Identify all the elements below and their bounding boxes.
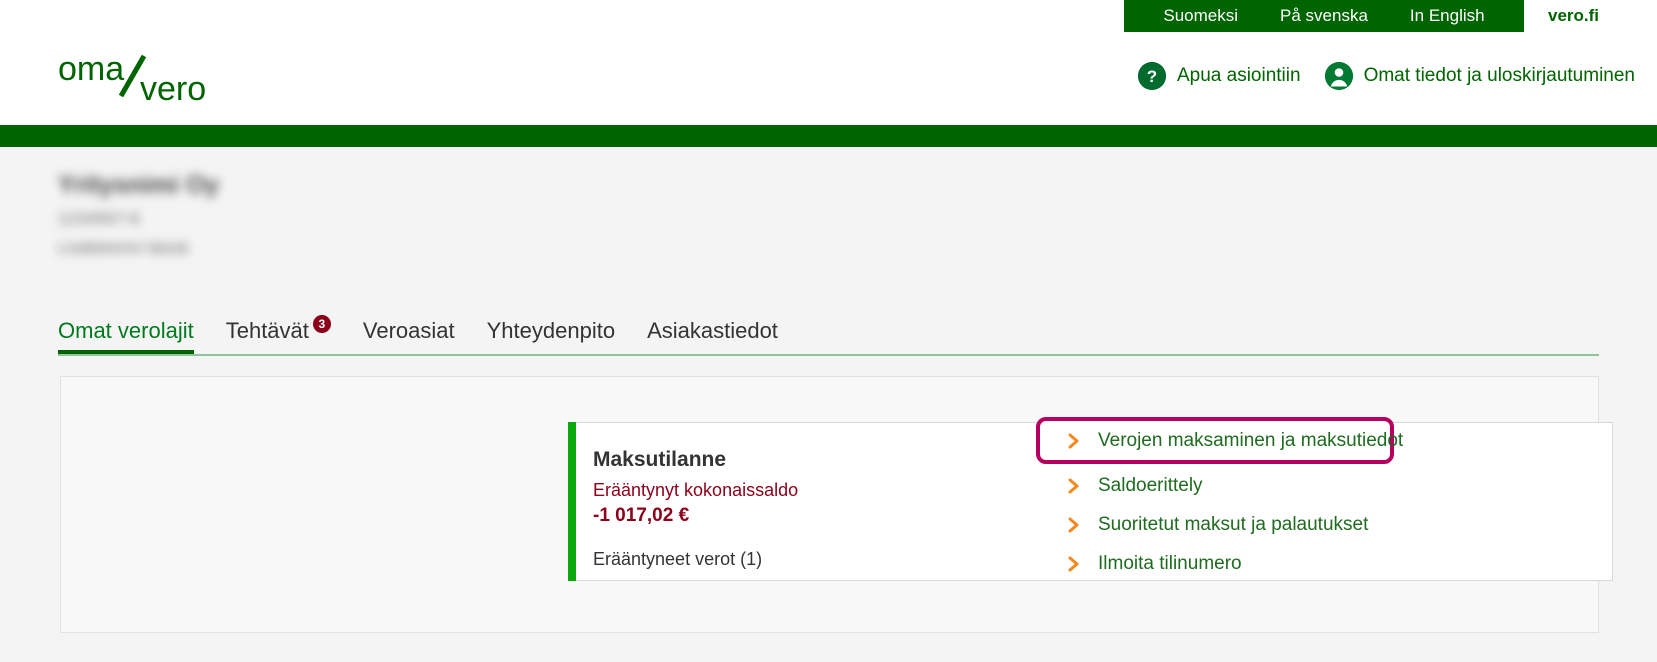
tab-label: Veroasiat [362, 318, 455, 343]
help-link-label: Apua asiointiin [1176, 65, 1301, 86]
panel-accent-bar [568, 422, 576, 581]
tab-omat-verolajit[interactable]: Omat verolajit [58, 318, 210, 354]
chevron-right-icon [1066, 433, 1082, 449]
chevron-right-icon [1066, 517, 1082, 533]
chevron-right-icon [1066, 556, 1082, 572]
customer-info-block: Yritysnimi Oy 1234567-8 Lisätietorivi tä… [58, 170, 318, 260]
svg-text:oma: oma [58, 50, 124, 88]
customer-name-redacted: Yritysnimi Oy [58, 171, 220, 199]
link-label: Saldoerittely [1098, 474, 1203, 496]
top-utility-bar: Suomeksi På svenska In English vero.fi [0, 0, 1657, 32]
site-header: oma vero ? Apua asiointiin Omat tiedot j… [0, 32, 1657, 125]
link-suoritetut-maksut-ja-palautukset[interactable]: Suoritetut maksut ja palautukset [1040, 505, 1510, 544]
payment-status-summary: Maksutilanne Erääntynyt kokonaissaldo -1… [593, 447, 1013, 572]
tab-label: Omat verolajit [58, 318, 194, 343]
link-label: Ilmoita tilinumero [1098, 552, 1242, 574]
tab-badge-count: 3 [312, 315, 331, 333]
link-label: Verojen maksaminen ja maksutiedot [1098, 429, 1404, 451]
link-verojen-maksaminen-ja-maksutiedot[interactable]: Verojen maksaminen ja maksutiedot [1036, 417, 1403, 464]
person-circle-icon [1324, 62, 1353, 90]
payment-status-title: Maksutilanne [593, 448, 727, 471]
link-label: Suoritetut maksut ja palautukset [1098, 513, 1369, 535]
svg-text:vero: vero [140, 70, 206, 108]
language-switcher: Suomeksi På svenska In English [1124, 0, 1524, 32]
customer-extra-redacted: Lisätietorivi tässä [58, 238, 189, 257]
question-mark-circle-icon: ? [1137, 62, 1166, 90]
tab-yhteydenpito[interactable]: Yhteydenpito [471, 318, 631, 354]
customer-id-redacted: 1234567-8 [58, 209, 140, 228]
lang-link-pa-svenska[interactable]: På svenska [1280, 0, 1368, 32]
green-divider-band [0, 125, 1657, 147]
lang-link-in-english[interactable]: In English [1410, 0, 1485, 32]
link-ilmoita-tilinumero[interactable]: Ilmoita tilinumero [1040, 544, 1510, 583]
svg-text:?: ? [1147, 67, 1157, 86]
account-link[interactable]: Omat tiedot ja uloskirjautuminen [1324, 62, 1635, 90]
account-link-label: Omat tiedot ja uloskirjautuminen [1363, 65, 1635, 86]
payment-panel-link-list: Verojen maksaminen ja maksutiedot Saldoe… [1036, 417, 1510, 583]
tab-label: Asiakastiedot [647, 318, 778, 343]
overdue-taxes-count: Erääntyneet verot (1) [593, 549, 763, 569]
tab-label: Tehtävät [225, 318, 309, 343]
tab-label: Yhteydenpito [486, 318, 616, 343]
lang-link-suomeksi[interactable]: Suomeksi [1163, 0, 1238, 32]
tab-asiakastiedot[interactable]: Asiakastiedot [631, 318, 794, 354]
help-link[interactable]: ? Apua asiointiin [1137, 62, 1301, 90]
overdue-balance-label: Erääntynyt kokonaissaldo [593, 480, 799, 500]
verofi-external-link[interactable]: vero.fi [1548, 0, 1599, 32]
main-tab-bar: Omat verolajit Tehtävät 3 Veroasiat Yhte… [58, 315, 1599, 356]
header-links: ? Apua asiointiin Omat tiedot ja uloskir… [1137, 62, 1635, 90]
overdue-balance-amount: -1 017,02 € [593, 505, 690, 526]
chevron-right-icon [1066, 478, 1082, 494]
tab-veroasiat[interactable]: Veroasiat [347, 318, 471, 354]
tab-bar-underline [58, 354, 1599, 356]
link-saldoerittely[interactable]: Saldoerittely [1040, 466, 1510, 505]
tab-tehtavat[interactable]: Tehtävät 3 [210, 315, 347, 354]
omavero-logo[interactable]: oma vero [58, 50, 258, 110]
